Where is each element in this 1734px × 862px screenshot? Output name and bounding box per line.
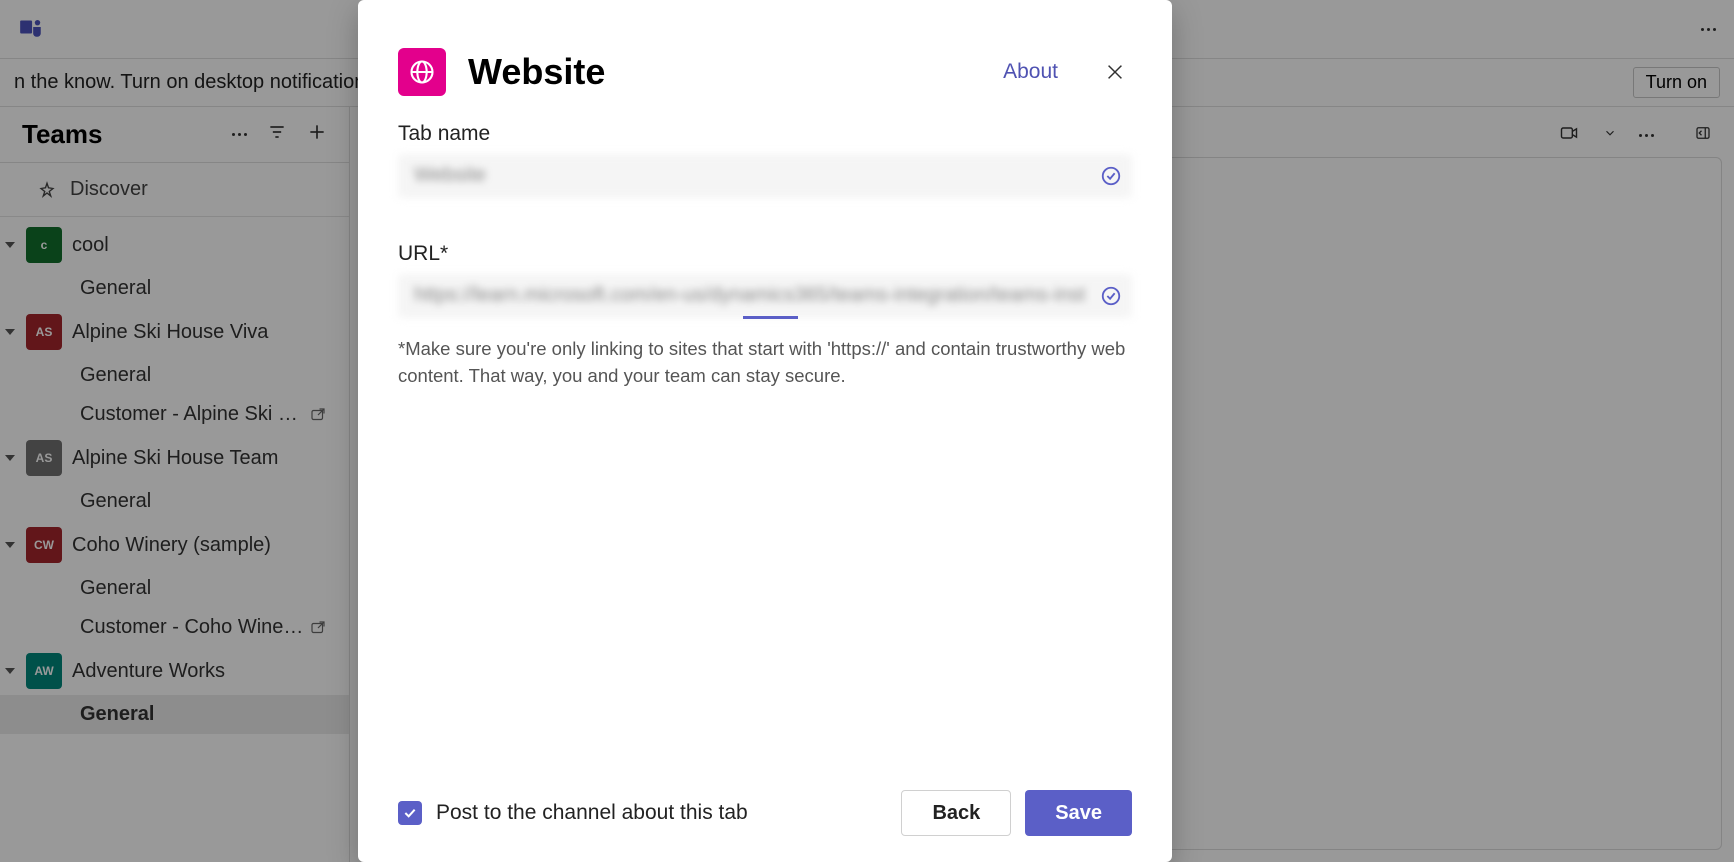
about-link[interactable]: About	[1003, 60, 1058, 84]
back-button[interactable]: Back	[901, 790, 1011, 836]
save-button[interactable]: Save	[1025, 790, 1132, 836]
validated-icon	[1100, 165, 1122, 187]
tab-name-label: Tab name	[398, 122, 1132, 146]
post-checkbox[interactable]	[398, 801, 422, 825]
focus-indicator	[743, 316, 798, 319]
url-helper-text: *Make sure you're only linking to sites …	[398, 336, 1132, 390]
close-button[interactable]	[1098, 55, 1132, 89]
post-checkbox-label: Post to the channel about this tab	[436, 801, 748, 825]
url-input[interactable]	[398, 274, 1132, 318]
validated-icon	[1100, 285, 1122, 307]
url-label: URL*	[398, 242, 1132, 266]
add-website-tab-modal: Website About Tab name URL* *Make sure y…	[358, 0, 1172, 862]
website-app-icon	[398, 48, 446, 96]
tab-name-input[interactable]	[398, 154, 1132, 198]
modal-title: Website	[468, 51, 605, 93]
